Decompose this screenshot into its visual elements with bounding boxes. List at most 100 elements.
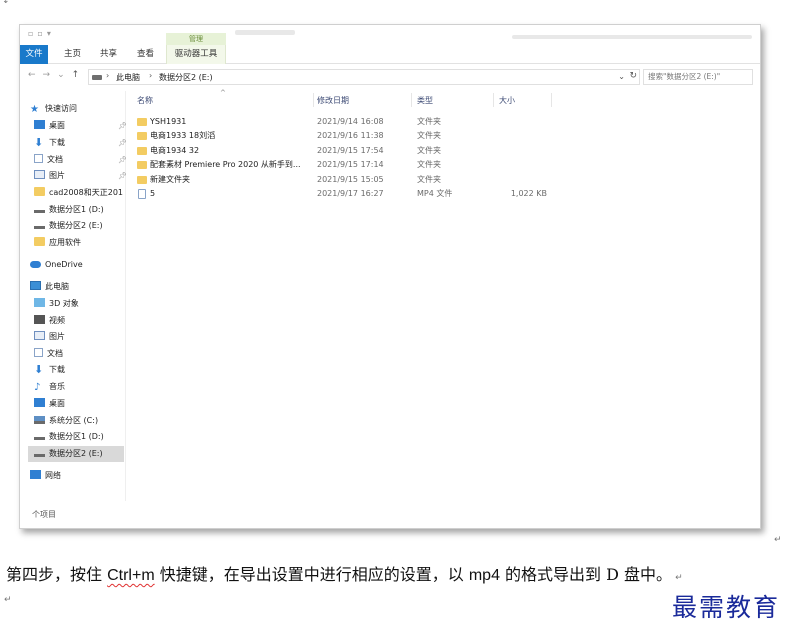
pin-icon: 📌︎ <box>118 156 127 164</box>
file-size: 1,022 KB <box>510 189 547 198</box>
file-row[interactable]: 电商1934 32 2021/9/15 17:54 文件夹 <box>137 144 747 158</box>
column-header-date[interactable]: 修改日期 <box>317 95 349 106</box>
file-row[interactable]: 5 2021/9/17 16:27 MP4 文件 1,022 KB <box>137 187 747 201</box>
qa-folder-icon[interactable]: ▫ <box>28 29 33 38</box>
address-bar[interactable]: › 此电脑 › 数据分区2 (E:) ⌄ ↻ <box>88 69 640 85</box>
search-input[interactable]: 搜索"数据分区2 (E:)" <box>643 69 753 85</box>
nav-label: 此电脑 <box>45 282 69 291</box>
up-icon[interactable]: ↑ <box>72 70 80 80</box>
folder-icon <box>34 237 45 246</box>
computer-icon <box>30 281 41 290</box>
file-name: YSH1931 <box>150 117 187 126</box>
document-icon <box>34 154 43 163</box>
file-row[interactable]: 新建文件夹 2021/9/15 15:05 文件夹 <box>137 173 747 187</box>
chevron-right-icon[interactable]: › <box>106 71 109 80</box>
nav-data-d-pc[interactable]: 数据分区1 (D:) <box>34 429 130 445</box>
nav-data-e[interactable]: 数据分区2 (E:) <box>34 218 130 234</box>
paragraph-mark: ↵ <box>774 535 782 545</box>
file-date: 2021/9/15 17:54 <box>317 146 384 155</box>
address-dropdown-icon[interactable]: ⌄ <box>618 72 625 81</box>
back-icon[interactable]: ← <box>28 70 36 80</box>
tab-share[interactable]: 共享 <box>100 45 117 64</box>
nav-documents[interactable]: 文档 📌︎ <box>34 152 130 168</box>
nav-desktop[interactable]: 桌面 📌︎ <box>34 118 130 134</box>
nav-label: 桌面 <box>49 121 65 130</box>
desktop-icon <box>34 398 45 407</box>
nav-pictures-pc[interactable]: 图片 <box>34 329 130 345</box>
nav-label: 下载 <box>49 365 65 374</box>
nav-label: 文档 <box>47 349 63 358</box>
navigation-pane: ★ 快速访问 桌面 📌︎ ⬇ 下载 📌︎ 文档 📌︎ 图片 📌︎ cad2008和天正201… <box>20 91 127 501</box>
cube-icon <box>34 298 45 307</box>
file-list: ^ 名称 修改日期 类型 大小 YSH1931 2021/9/14 16:08 … <box>127 89 757 501</box>
pin-icon: 📌︎ <box>118 172 127 180</box>
tab-view[interactable]: 查看 <box>137 45 154 64</box>
nav-cad-folder[interactable]: cad2008和天正201 <box>34 185 130 201</box>
nav-quick-access[interactable]: ★ 快速访问 <box>30 101 126 117</box>
nav-network[interactable]: 网络 <box>30 468 126 484</box>
nav-label: 应用软件 <box>49 238 81 247</box>
column-divider[interactable] <box>551 93 552 107</box>
desktop-icon <box>34 120 45 129</box>
nav-label: 图片 <box>49 332 65 341</box>
nav-apps[interactable]: 应用软件 <box>34 235 130 251</box>
nav-data-d[interactable]: 数据分区1 (D:) <box>34 202 130 218</box>
tab-file[interactable]: 文件 <box>20 45 48 64</box>
download-icon: ⬇ <box>34 363 44 376</box>
nav-downloads-pc[interactable]: ⬇ 下载 <box>34 362 130 378</box>
file-date: 2021/9/17 16:27 <box>317 189 384 198</box>
refresh-icon[interactable]: ↻ <box>629 71 637 81</box>
file-type: 文件夹 <box>417 160 441 169</box>
nav-3d-objects[interactable]: 3D 对象 <box>34 296 130 312</box>
column-divider[interactable] <box>493 93 494 107</box>
para-suffix: 的格式导出到 D 盘中。 <box>499 565 673 584</box>
nav-label: 数据分区2 (E:) <box>49 221 103 230</box>
breadcrumb-this-pc[interactable]: 此电脑 <box>116 72 140 83</box>
qa-props-icon[interactable]: ▫ <box>37 29 42 38</box>
column-header-size[interactable]: 大小 <box>499 95 515 106</box>
picture-icon <box>34 170 45 179</box>
nav-documents-pc[interactable]: 文档 <box>34 346 130 362</box>
forward-icon[interactable]: → <box>43 70 51 80</box>
pin-icon: 📌︎ <box>118 122 127 130</box>
nav-downloads[interactable]: ⬇ 下载 📌︎ <box>34 135 130 151</box>
nav-music[interactable]: ♪ 音乐 <box>34 379 130 395</box>
nav-videos[interactable]: 视频 <box>34 313 130 329</box>
video-icon <box>34 315 45 324</box>
nav-label: 下载 <box>49 138 65 147</box>
file-row[interactable]: 配套素材 Premiere Pro 2020 从新手到... 2021/9/15… <box>137 158 747 172</box>
tab-drive-tools[interactable]: 驱动器工具 <box>166 45 226 64</box>
network-icon <box>30 470 41 479</box>
explorer-screenshot: ▫ ▫ ▾ 文件 主页 共享 查看 管理 驱动器工具 ← → ⌄ ↑ › 此电脑… <box>19 24 761 529</box>
nav-label: 快速访问 <box>45 104 77 113</box>
tab-home[interactable]: 主页 <box>64 45 81 64</box>
column-divider[interactable] <box>411 93 412 107</box>
file-date: 2021/9/15 17:14 <box>317 160 384 169</box>
ribbon-tabs: 文件 主页 共享 查看 管理 驱动器工具 <box>20 33 760 64</box>
nav-onedrive[interactable]: OneDrive <box>30 257 126 273</box>
nav-system-c[interactable]: 系统分区 (C:) <box>34 413 130 429</box>
breadcrumb-drive-e[interactable]: 数据分区2 (E:) <box>159 72 213 83</box>
paragraph-mark: ↵ <box>4 595 12 605</box>
chevron-right-icon[interactable]: › <box>149 71 152 80</box>
nav-data-e-pc[interactable]: 数据分区2 (E:) <box>28 446 124 462</box>
recent-dropdown-icon[interactable]: ⌄ <box>57 70 65 80</box>
column-divider[interactable] <box>313 93 314 107</box>
folder-icon <box>34 187 45 196</box>
column-header-type[interactable]: 类型 <box>417 95 433 106</box>
nav-label: 音乐 <box>49 382 65 391</box>
nav-pictures[interactable]: 图片 📌︎ <box>34 168 130 184</box>
drive-icon <box>34 433 45 440</box>
file-name: 电商1933 18刘滔 <box>150 131 216 140</box>
nav-this-pc[interactable]: 此电脑 <box>30 279 126 295</box>
video-file-icon <box>138 189 146 199</box>
qa-dropdown-icon[interactable]: ▾ <box>47 29 51 38</box>
column-header-name[interactable]: 名称 <box>137 95 153 106</box>
file-row[interactable]: 电商1933 18刘滔 2021/9/16 11:38 文件夹 <box>137 129 747 143</box>
nav-label: 3D 对象 <box>49 299 79 308</box>
file-row[interactable]: YSH1931 2021/9/14 16:08 文件夹 <box>137 115 747 129</box>
nav-desktop-pc[interactable]: 桌面 <box>34 396 130 412</box>
nav-label: 桌面 <box>49 399 65 408</box>
cloud-icon <box>30 261 41 268</box>
quick-access-toolbar: ▫ ▫ ▾ <box>28 29 51 38</box>
